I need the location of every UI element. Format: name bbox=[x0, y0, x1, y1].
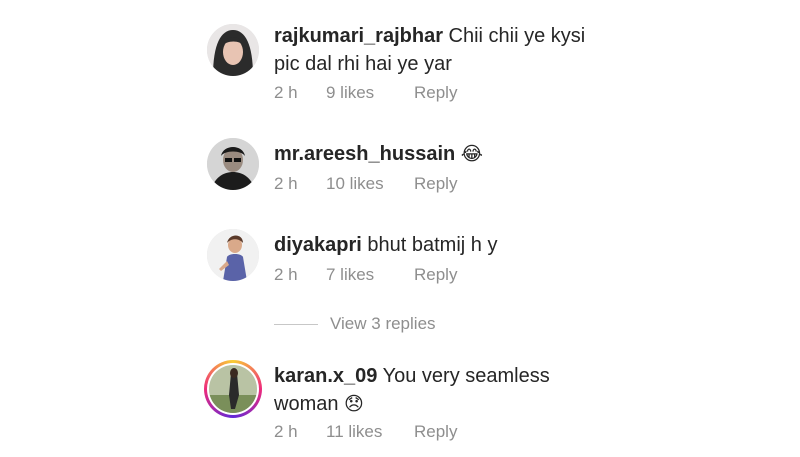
comment-likes[interactable]: 9 likes bbox=[326, 83, 414, 103]
comment-likes[interactable]: 10 likes bbox=[326, 174, 414, 194]
laughing-emoji-icon: 😂 bbox=[460, 144, 483, 165]
comment-body-line2: pic dal rhi hai ye yar bbox=[274, 53, 452, 75]
reply-button[interactable]: Reply bbox=[414, 83, 457, 103]
comment-time: 2 h bbox=[274, 83, 298, 102]
comment-username[interactable]: diyakapri bbox=[274, 234, 362, 256]
avatar-photo-icon bbox=[207, 24, 259, 76]
comment-likes[interactable]: 7 likes bbox=[326, 265, 414, 285]
avatar-photo-icon bbox=[207, 138, 259, 190]
comment-username[interactable]: karan.x_09 bbox=[274, 365, 377, 387]
reply-button[interactable]: Reply bbox=[414, 265, 457, 285]
comment-text: rajkumari_rajbhar Chii chii ye kysi pic … bbox=[274, 22, 604, 78]
comment-time: 2 h bbox=[274, 422, 298, 441]
comment-body: You very seamless bbox=[382, 365, 550, 387]
comment-meta: 2 h 7 likes Reply bbox=[274, 265, 457, 285]
view-replies-label: View 3 replies bbox=[330, 314, 436, 333]
comment-username[interactable]: rajkumari_rajbhar bbox=[274, 25, 443, 47]
avatar bbox=[209, 365, 257, 413]
divider-line bbox=[274, 323, 318, 325]
comment-text: mr.areesh_hussain 😂 bbox=[274, 140, 604, 169]
comment-text: karan.x_09 You very seamless woman 😞 bbox=[274, 362, 604, 419]
avatar[interactable] bbox=[207, 229, 259, 281]
avatar-photo-icon bbox=[209, 365, 257, 413]
story-ring[interactable] bbox=[204, 360, 262, 418]
comment-meta: 2 h 9 likes Reply bbox=[274, 83, 457, 103]
comment-meta: 2 h 11 likes Reply bbox=[274, 422, 457, 442]
comment-body: bhut batmij h y bbox=[367, 234, 498, 256]
comment-likes[interactable]: 11 likes bbox=[326, 422, 414, 442]
reply-button[interactable]: Reply bbox=[414, 422, 457, 442]
comment-time: 2 h bbox=[274, 265, 298, 284]
reply-button[interactable]: Reply bbox=[414, 174, 457, 194]
avatar-photo-icon bbox=[207, 229, 259, 281]
avatar[interactable] bbox=[207, 24, 259, 76]
comment-meta: 2 h 10 likes Reply bbox=[274, 174, 457, 194]
comment-body-line2: woman bbox=[274, 393, 339, 415]
comment-text: diyakapri bhut batmij h y bbox=[274, 231, 604, 259]
comment-time: 2 h bbox=[274, 174, 298, 193]
avatar[interactable] bbox=[207, 138, 259, 190]
comment-username[interactable]: mr.areesh_hussain bbox=[274, 143, 455, 165]
view-replies-button[interactable]: View 3 replies bbox=[274, 313, 436, 335]
comment-body: Chii chii ye kysi bbox=[448, 25, 586, 47]
disappointed-emoji-icon: 😞 bbox=[344, 394, 364, 415]
